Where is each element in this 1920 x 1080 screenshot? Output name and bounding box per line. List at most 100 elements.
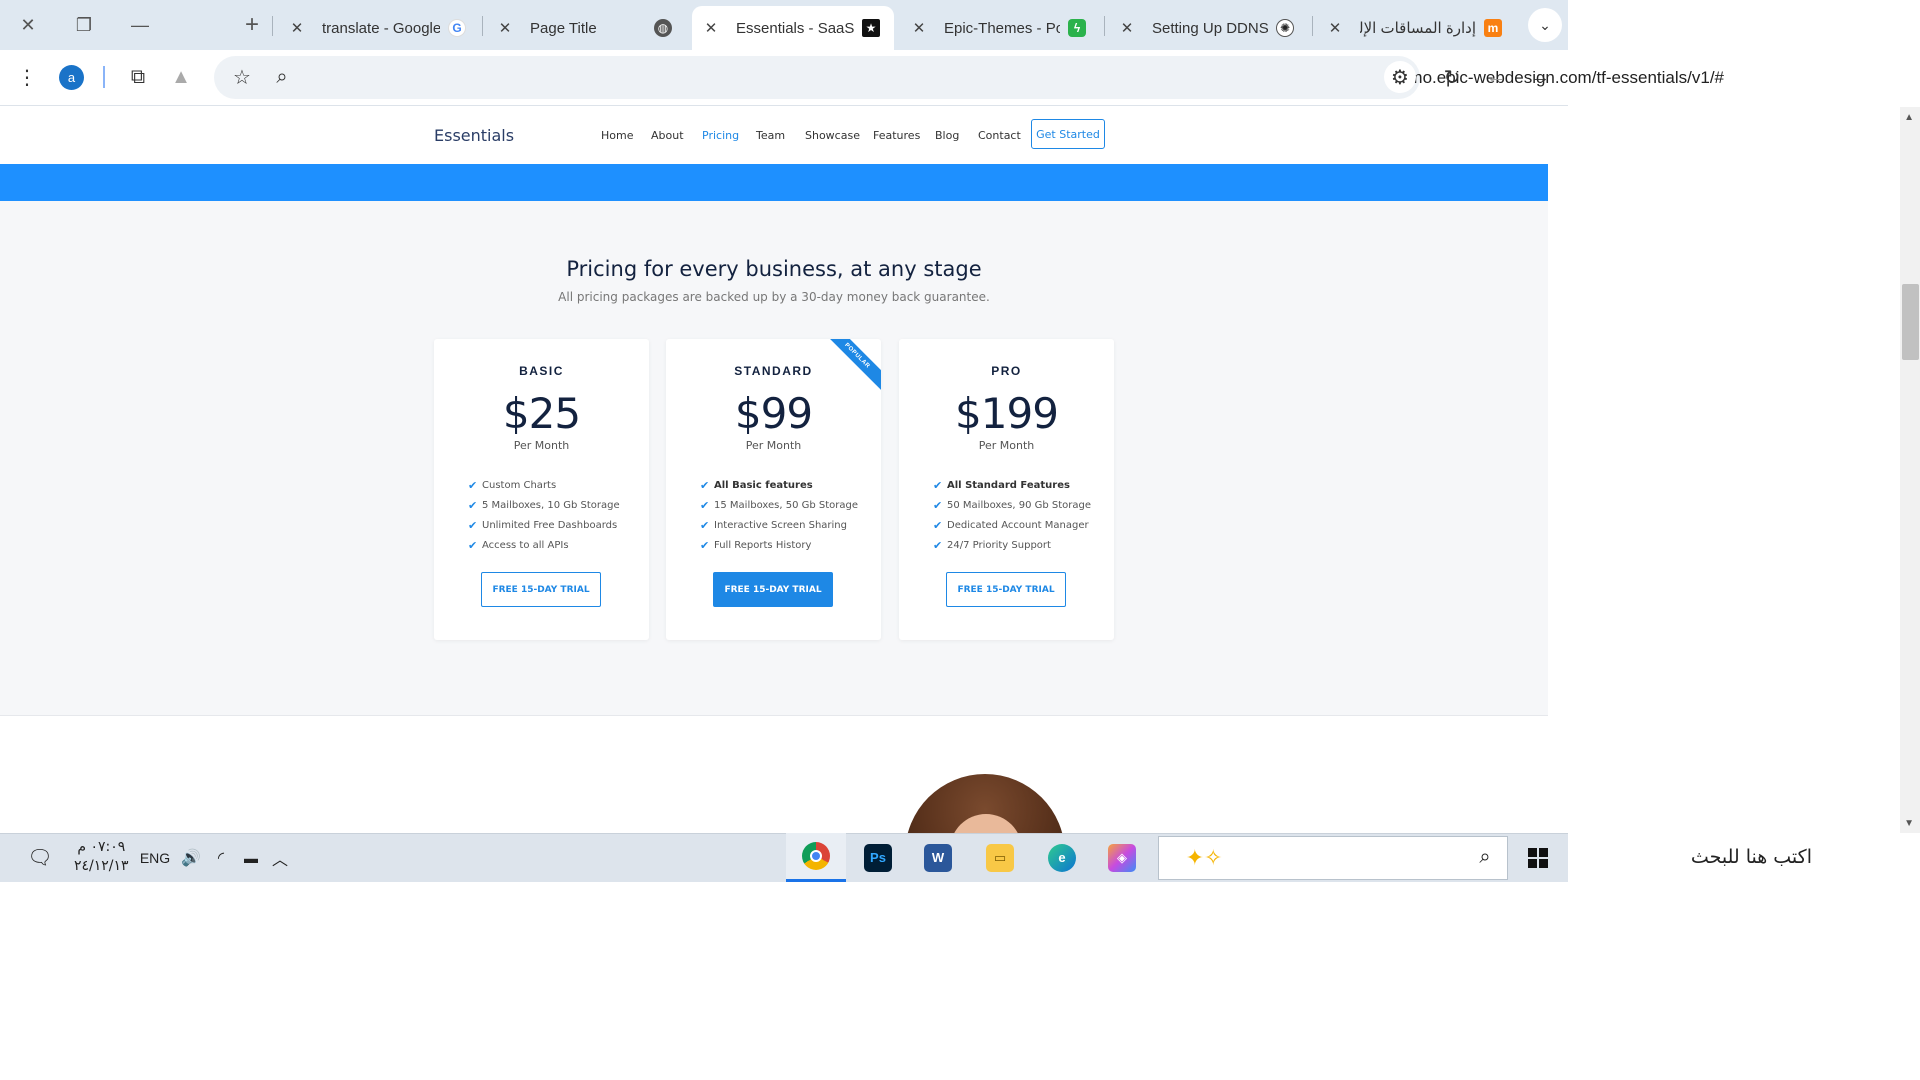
- feature-text: Dedicated Account Manager: [947, 519, 1089, 531]
- taskbar-chrome[interactable]: [786, 833, 846, 882]
- nav-about[interactable]: About: [651, 129, 684, 142]
- nav-team[interactable]: Team: [756, 129, 785, 142]
- taskbar-photoshop[interactable]: Ps: [848, 833, 908, 882]
- close-icon: ✕: [20, 14, 36, 35]
- close-tab-icon[interactable]: ✕: [1324, 19, 1346, 37]
- tab-page-title[interactable]: ✕ Page Title ◍: [486, 6, 686, 50]
- reload-icon: ↻: [1443, 66, 1461, 89]
- bookmark-button[interactable]: ☆: [226, 61, 258, 93]
- start-button[interactable]: [1518, 833, 1558, 882]
- check-icon: ✔: [468, 478, 478, 492]
- nav-pricing[interactable]: Pricing: [702, 129, 739, 142]
- get-started-button[interactable]: Get Started: [1031, 119, 1105, 149]
- taskbar-word[interactable]: W: [908, 833, 968, 882]
- google-favicon-icon: G: [448, 19, 466, 37]
- nav-features[interactable]: Features: [873, 129, 920, 142]
- close-tab-icon[interactable]: ✕: [494, 19, 516, 37]
- notifications-button[interactable]: 🗨: [20, 833, 60, 882]
- close-tab-icon[interactable]: ✕: [1116, 19, 1138, 37]
- feature-list: ✔ Custom Charts ✔ 5 Mailboxes, 10 Gb Stora…: [468, 475, 620, 555]
- notification-icon: 🗨: [27, 847, 53, 869]
- check-icon: ✔: [933, 538, 943, 552]
- free-trial-button[interactable]: FREE 15-DAY TRIAL: [481, 572, 601, 607]
- address-bar[interactable]: [214, 56, 1420, 99]
- site-logo[interactable]: Essentials: [434, 126, 514, 145]
- check-icon: ✔: [700, 498, 710, 512]
- moodle-favicon-icon: m: [1484, 19, 1502, 37]
- pricing-section: Pricing for every business, at any stage…: [0, 201, 1548, 716]
- check-icon: ✔: [700, 538, 710, 552]
- feature-item: ✔ 24/7 Priority Support: [933, 535, 1091, 555]
- feature-item: ✔ Dedicated Account Manager: [933, 515, 1091, 535]
- site-settings-button[interactable]: ⚙: [1384, 61, 1416, 93]
- close-tab-icon[interactable]: ✕: [286, 19, 308, 37]
- chrome-icon: [802, 842, 830, 870]
- nav-contact[interactable]: Contact: [978, 129, 1021, 142]
- feature-text: All Basic features: [714, 479, 813, 491]
- profile-avatar[interactable]: a: [59, 65, 84, 90]
- battery-icon[interactable]: ▬: [238, 833, 264, 882]
- forward-button[interactable]: →: [1524, 61, 1556, 93]
- taskbar-copilot[interactable]: ◈: [1092, 833, 1152, 882]
- toolbar-divider: [103, 66, 105, 88]
- taskbar-clock[interactable]: ٠٧:٠٩ م ٢٤/١٢/١٣: [74, 838, 129, 876]
- tab-translate[interactable]: ✕ translate - Google G: [278, 6, 480, 50]
- plan-period: Per Month: [513, 439, 570, 452]
- minimize-icon: —: [131, 14, 149, 35]
- arrow-right-icon: →: [1530, 65, 1550, 88]
- scroll-up-arrow-icon[interactable]: ▲: [1904, 112, 1914, 123]
- page-viewport: Essentials Home About Pricing Team Showc…: [0, 107, 1548, 833]
- reload-button[interactable]: ↻: [1436, 61, 1468, 93]
- taskbar-file-explorer[interactable]: ▭: [970, 833, 1030, 882]
- extension-button[interactable]: ▲: [165, 61, 197, 93]
- close-tab-icon[interactable]: ✕: [908, 19, 930, 37]
- tab-essentials[interactable]: ✕ Essentials - SaaS La ★: [692, 6, 894, 50]
- word-icon: W: [924, 843, 952, 872]
- taskbar-search-placeholder: اكتب هنا للبحث: [1690, 846, 1812, 868]
- zoom-icon: ⌕: [276, 65, 288, 88]
- chevron-up-icon[interactable]: ︿: [268, 833, 292, 882]
- extensions-button[interactable]: ⧉: [122, 61, 154, 93]
- tab-ddns[interactable]: ✕ Setting Up DDNS ✺: [1108, 6, 1308, 50]
- feature-text: 5 Mailboxes, 10 Gb Storage: [482, 499, 620, 511]
- tab-epic-themes[interactable]: ✕ Epic-Themes - Port ϟ: [900, 6, 1100, 50]
- plan-price: $99: [734, 389, 813, 438]
- network-icon[interactable]: ◜: [208, 833, 234, 882]
- file-explorer-icon: ▭: [986, 843, 1014, 872]
- site-header: Essentials Home About Pricing Team Showc…: [0, 107, 1548, 164]
- close-tab-icon[interactable]: ✕: [700, 19, 722, 37]
- zoom-button[interactable]: ⌕: [266, 61, 298, 93]
- tab-title: Essentials - SaaS La: [736, 19, 854, 37]
- bolt-favicon-icon: ϟ: [1068, 19, 1086, 37]
- restore-icon: ❐: [75, 14, 93, 35]
- feature-item: ✔ Unlimited Free Dashboards: [468, 515, 620, 535]
- feature-text: 24/7 Priority Support: [947, 539, 1051, 551]
- scroll-down-arrow-icon[interactable]: ▼: [1904, 818, 1914, 829]
- menu-button[interactable]: ⋮: [11, 61, 43, 93]
- language-indicator[interactable]: ENG: [138, 833, 172, 882]
- photoshop-icon: Ps: [864, 843, 892, 872]
- mountain-icon: ▲: [171, 65, 191, 88]
- taskbar-edge[interactable]: e: [1032, 833, 1092, 882]
- tab-courses[interactable]: ✕ إدارة المساقات الإلك m: [1316, 6, 1516, 50]
- check-icon: ✔: [933, 518, 943, 532]
- clock-date: ٢٤/١٢/١٣: [74, 858, 129, 874]
- search-icon: ⌕: [1479, 846, 1491, 868]
- volume-icon[interactable]: 🔊: [178, 833, 204, 882]
- back-button[interactable]: ←: [1480, 61, 1512, 93]
- check-icon: ✔: [700, 478, 710, 492]
- restore-window-button[interactable]: ❐: [56, 0, 112, 50]
- page-scrollbar[interactable]: [1900, 107, 1920, 833]
- plan-price: $25: [502, 389, 581, 438]
- tab-search-button[interactable]: ⌄: [1528, 8, 1562, 42]
- free-trial-button[interactable]: FREE 15-DAY TRIAL: [946, 572, 1066, 607]
- nav-blog[interactable]: Blog: [935, 129, 959, 142]
- free-trial-button[interactable]: FREE 15-DAY TRIAL: [713, 572, 833, 607]
- tab-strip: ✕ ❐ — + ✕ translate - Google G ✕ Page Ti…: [0, 0, 1568, 50]
- check-icon: ✔: [933, 498, 943, 512]
- nav-showcase[interactable]: Showcase: [805, 129, 860, 142]
- scrollbar-thumb[interactable]: [1902, 284, 1919, 360]
- nav-home[interactable]: Home: [601, 129, 633, 142]
- minimize-window-button[interactable]: —: [112, 0, 168, 50]
- close-window-button[interactable]: ✕: [0, 0, 56, 50]
